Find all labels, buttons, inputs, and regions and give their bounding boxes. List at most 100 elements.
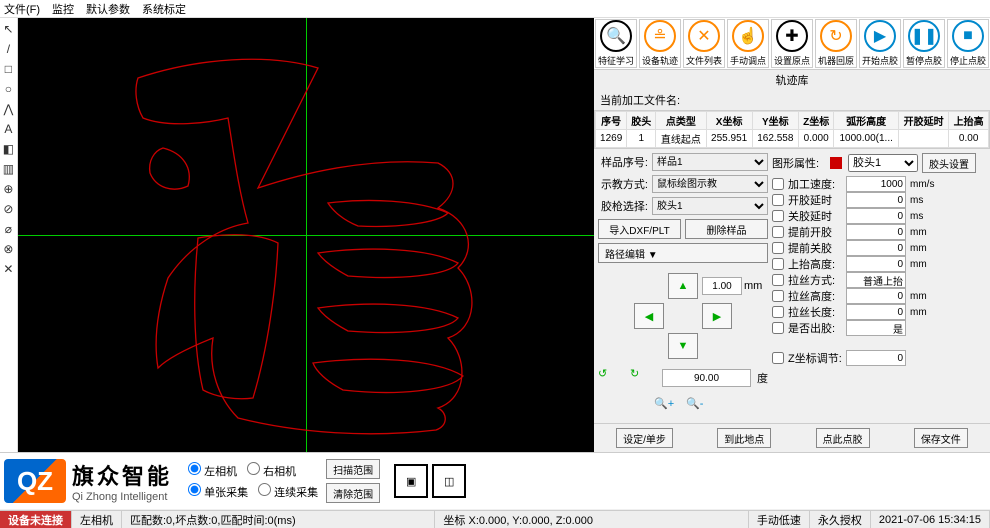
tool-6[interactable]: ◧ <box>1 142 15 156</box>
param-check[interactable] <box>772 306 784 318</box>
tool-3[interactable]: ○ <box>1 82 15 96</box>
tool-7[interactable]: ▥ <box>1 162 15 176</box>
param-check[interactable] <box>772 178 784 190</box>
col-header[interactable]: 胶头 <box>627 112 656 130</box>
param-input[interactable] <box>846 272 906 288</box>
param-input[interactable] <box>846 192 906 208</box>
col-header[interactable]: X坐标 <box>706 112 752 130</box>
menubar: 文件(F) 监控 默认参数 系统标定 <box>0 0 990 18</box>
jog-up[interactable]: ▲ <box>668 273 698 299</box>
table-row[interactable]: 12691直线起点255.951162.5580.0001000.00(1...… <box>596 130 989 148</box>
toolbar-暂停点胶[interactable]: ❚❚暂停点胶 <box>903 19 945 68</box>
single-capture-radio[interactable]: 单张采集 <box>188 483 248 500</box>
col-header[interactable]: Z坐标 <box>798 112 833 130</box>
tool-11[interactable]: ⊗ <box>1 242 15 256</box>
logo: QZ 旗众智能 Qi Zhong Intelligent <box>4 459 172 503</box>
speed-status[interactable]: 手动低速 <box>749 511 810 528</box>
left-cam-radio[interactable]: 左相机 <box>188 462 237 479</box>
sample-seq-select[interactable]: 样品1 <box>652 153 768 171</box>
set-step-button[interactable]: 设定/单步 <box>616 428 673 448</box>
toolbar-手动调点[interactable]: ☝手动调点 <box>727 19 769 68</box>
param-label: 关胶延时 <box>788 208 842 224</box>
design-canvas[interactable] <box>18 18 594 452</box>
frame-icon[interactable]: ◫ <box>432 464 466 498</box>
rotate-cw[interactable]: ↻ <box>630 367 656 389</box>
tool-5[interactable]: A <box>1 122 15 136</box>
param-check[interactable] <box>772 258 784 270</box>
z-adj-check[interactable] <box>772 352 784 364</box>
menu-monitor[interactable]: 监控 <box>52 1 74 17</box>
col-header[interactable]: 弧形高度 <box>834 112 899 130</box>
param-label: 拉丝长度: <box>788 304 842 320</box>
jog-down[interactable]: ▼ <box>668 333 698 359</box>
tool-1[interactable]: / <box>1 42 15 56</box>
param-check[interactable] <box>772 322 784 334</box>
col-header[interactable]: Y坐标 <box>752 112 798 130</box>
param-input[interactable] <box>846 256 906 272</box>
param-check[interactable] <box>772 210 784 222</box>
tool-12[interactable]: ✕ <box>1 262 15 276</box>
fit-view-icon[interactable]: ▣ <box>394 464 428 498</box>
track-table[interactable]: 序号胶头点类型X坐标Y坐标Z坐标弧形高度开胶延时上抬高12691直线起点255.… <box>594 110 990 149</box>
toolbar-停止点胶[interactable]: ■停止点胶 <box>947 19 989 68</box>
param-input[interactable] <box>846 176 906 192</box>
import-dxf-button[interactable]: 导入DXF/PLT <box>598 219 681 239</box>
menu-file[interactable]: 文件(F) <box>4 1 40 17</box>
tool-4[interactable]: ⋀ <box>1 102 15 116</box>
param-check[interactable] <box>772 290 784 302</box>
tool-2[interactable]: □ <box>1 62 15 76</box>
menu-system[interactable]: 系统标定 <box>142 1 186 17</box>
dispense-point-button[interactable]: 点此点胶 <box>816 428 870 448</box>
current-file-label: 当前加工文件名: <box>594 90 990 110</box>
param-input[interactable] <box>846 240 906 256</box>
delete-sample-button[interactable]: 删除样品 <box>685 219 768 239</box>
head-settings-button[interactable]: 胶头设置 <box>922 153 976 173</box>
param-input[interactable] <box>846 304 906 320</box>
scan-range-button[interactable]: 扫描范围 <box>326 459 380 479</box>
param-check[interactable] <box>772 226 784 238</box>
col-header[interactable]: 序号 <box>596 112 627 130</box>
param-input[interactable] <box>846 224 906 240</box>
save-file-button[interactable]: 保存文件 <box>914 428 968 448</box>
continuous-capture-radio[interactable]: 连续采集 <box>258 483 318 500</box>
col-header[interactable]: 上抬高 <box>949 112 989 130</box>
z-adj-input[interactable] <box>846 350 906 366</box>
jog-right[interactable]: ▶ <box>702 303 732 329</box>
menu-defaults[interactable]: 默认参数 <box>86 1 130 17</box>
goto-point-button[interactable]: 到此地点 <box>717 428 771 448</box>
jog-step-input[interactable] <box>702 277 742 295</box>
param-check[interactable] <box>772 274 784 286</box>
param-check[interactable] <box>772 194 784 206</box>
clear-range-button[interactable]: 清除范围 <box>326 483 380 503</box>
bottom-bar: QZ 旗众智能 Qi Zhong Intelligent 左相机 右相机 单张采… <box>0 452 990 509</box>
zoom-in[interactable]: 🔍+ <box>654 397 680 419</box>
param-unit: ms <box>910 195 936 206</box>
jog-left[interactable]: ◀ <box>634 303 664 329</box>
rotate-deg-input[interactable] <box>662 369 751 387</box>
tool-9[interactable]: ⊘ <box>1 202 15 216</box>
param-input[interactable] <box>846 208 906 224</box>
col-header[interactable]: 点类型 <box>656 112 706 130</box>
toolbar-机器回原[interactable]: ↻机器回原 <box>815 19 857 68</box>
teach-mode-select[interactable]: 鼠标绘图示教 <box>652 175 768 193</box>
tool-0[interactable]: ↖ <box>1 22 15 36</box>
param-check[interactable] <box>772 242 784 254</box>
right-cam-radio[interactable]: 右相机 <box>247 462 296 479</box>
tool-8[interactable]: ⊕ <box>1 182 15 196</box>
param-label: 拉丝方式: <box>788 272 842 288</box>
glue-head-select[interactable]: 胶头1 <box>848 154 918 172</box>
toolbar-开始点胶[interactable]: ▶开始点胶 <box>859 19 901 68</box>
path-edit-dropdown[interactable]: 路径编辑 ▼ <box>598 243 768 263</box>
param-unit: mm <box>910 291 936 302</box>
param-input[interactable] <box>846 320 906 336</box>
tool-10[interactable]: ⌀ <box>1 222 15 236</box>
param-input[interactable] <box>846 288 906 304</box>
glue-select[interactable]: 胶头1 <box>652 197 768 215</box>
toolbar-设备轨迹[interactable]: ≗设备轨迹 <box>639 19 681 68</box>
toolbar-设置原点[interactable]: ✚设置原点 <box>771 19 813 68</box>
param-label: 提前关胶 <box>788 240 842 256</box>
sample-seq-label: 样品序号: <box>598 154 648 170</box>
col-header[interactable]: 开胶延时 <box>899 112 949 130</box>
toolbar-文件列表[interactable]: ✕文件列表 <box>683 19 725 68</box>
zoom-out[interactable]: 🔍- <box>686 397 712 419</box>
